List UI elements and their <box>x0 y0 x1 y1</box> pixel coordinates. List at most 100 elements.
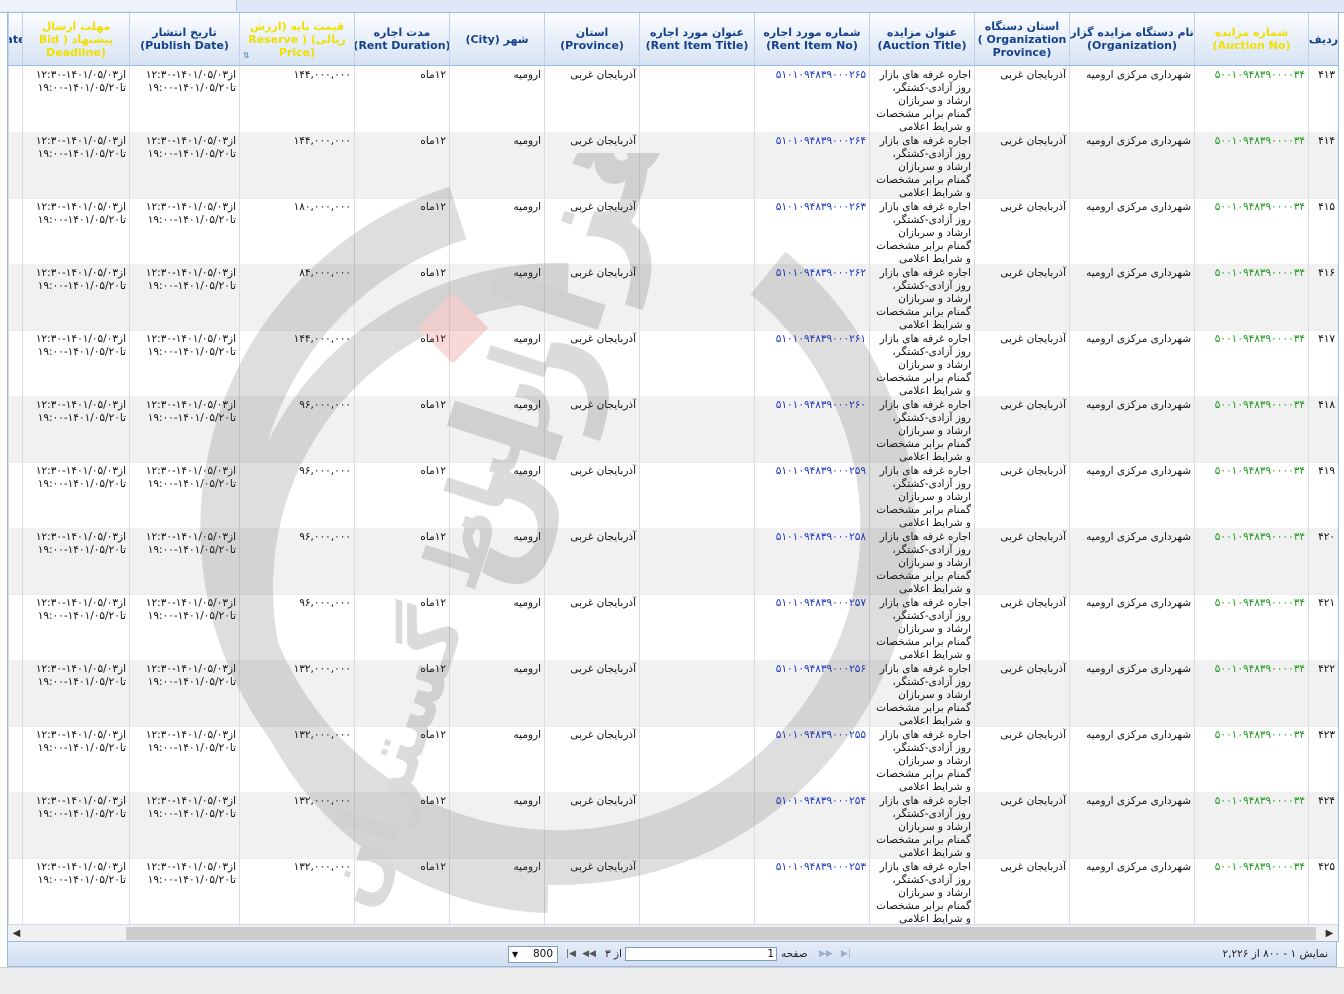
cell-rent-item-title <box>639 330 754 396</box>
first-page-icon[interactable]: ▶| <box>838 947 854 961</box>
date-line: از۱۴۰۱/۰۵/۰۳-۱۲:۳۰ <box>145 795 236 807</box>
cell-idx: ۴۱۷ <box>1308 330 1338 396</box>
date-line: از۱۴۰۱/۰۵/۰۳-۱۲:۳۰ <box>35 267 126 279</box>
rent-item-link[interactable]: ۵۱۰۱۰۹۴۸۳۹۰۰۰۲۵۷ <box>754 594 869 660</box>
table-row[interactable]: ۴۲۵ ۵۰۰۱۰۹۴۸۳۹۰۰۰۰۳۴ شهرداری مرکزی ارومیه آ… <box>8 858 1338 925</box>
column-header-extra[interactable]: ate <box>8 13 22 65</box>
table-row[interactable]: ۴۱۴ ۵۰۰۱۰۹۴۸۳۹۰۰۰۰۳۴ شهرداری مرکزی ارومیه آ… <box>8 132 1338 199</box>
column-header-reserve-price[interactable]: قیمت پایه (ارزش ریالی) ( Reserve (Price ⇅ <box>239 13 354 65</box>
date-line: تا۱۴۰۱/۰۵/۲۰-۱۹:۰۰ <box>37 543 126 556</box>
rent-item-link[interactable]: ۵۱۰۱۰۹۴۸۳۹۰۰۰۲۵۵ <box>754 726 869 792</box>
scrollbar-thumb[interactable] <box>126 927 1316 940</box>
cell-auction-title: اجاره غرفه های بازار روز آزادی-کشتگر، ار… <box>869 198 974 264</box>
table-row[interactable]: ۴۱۳ ۵۰۰۱۰۹۴۸۳۹۰۰۰۰۳۴ شهرداری مرکزی ارومیه آ… <box>8 66 1338 133</box>
column-header-auction-no[interactable]: شماره مزایده (Auction No) <box>1194 13 1308 65</box>
table-row[interactable]: ۴۲۲ ۵۰۰۱۰۹۴۸۳۹۰۰۰۰۳۴ شهرداری مرکزی ارومیه آ… <box>8 660 1338 727</box>
cell-auction-no: ۵۰۰۱۰۹۴۸۳۹۰۰۰۰۳۴ <box>1194 792 1308 858</box>
cell-reserve-price: ۱۳۲,۰۰۰,۰۰۰ <box>239 726 354 792</box>
date-line: از۱۴۰۱/۰۵/۰۳-۱۲:۳۰ <box>35 399 126 411</box>
cell-extra <box>8 858 22 924</box>
column-header-label: (Organization) <box>1087 39 1177 52</box>
table-row[interactable]: ۴۱۹ ۵۰۰۱۰۹۴۸۳۹۰۰۰۰۳۴ شهرداری مرکزی ارومیه آ… <box>8 462 1338 529</box>
cell-organization: شهرداری مرکزی ارومیه <box>1069 198 1194 264</box>
date-line: تا۱۴۰۱/۰۵/۲۰-۱۹:۰۰ <box>37 345 126 358</box>
table-row[interactable]: ۴۲۳ ۵۰۰۱۰۹۴۸۳۹۰۰۰۰۳۴ شهرداری مرکزی ارومیه آ… <box>8 726 1338 793</box>
cell-organization: شهرداری مرکزی ارومیه <box>1069 792 1194 858</box>
cell-idx: ۴۱۶ <box>1308 264 1338 330</box>
date-line: تا۱۴۰۱/۰۵/۲۰-۱۹:۰۰ <box>147 411 236 424</box>
scroll-left-arrow-icon[interactable]: ◀ <box>8 925 25 941</box>
date-line: از۱۴۰۱/۰۵/۰۳-۱۲:۳۰ <box>35 333 126 345</box>
pagination-bar: نمایش ۱ - ۸۰۰ از ۲,۲۲۶ ▶| ▶▶ صفحه 1 از ۳… <box>7 941 1337 967</box>
column-header-organization[interactable]: نام دستگاه مزایده گزار (Organization) <box>1069 13 1194 65</box>
date-line: تا۱۴۰۱/۰۵/۲۰-۱۹:۰۰ <box>147 81 236 94</box>
rent-item-link[interactable]: ۵۱۰۱۰۹۴۸۳۹۰۰۰۲۶۵ <box>754 66 869 132</box>
column-header-province[interactable]: استان (Province) <box>544 13 639 65</box>
column-header-idx[interactable]: ردیف <box>1308 13 1338 65</box>
column-header-deadline[interactable]: مهلت ارسال پیشنهاد ( Bid (Deadline <box>22 13 129 65</box>
rent-item-link[interactable]: ۵۱۰۱۰۹۴۸۳۹۰۰۰۲۶۰ <box>754 396 869 462</box>
cell-auction-no: ۵۰۰۱۰۹۴۸۳۹۰۰۰۰۳۴ <box>1194 330 1308 396</box>
rent-item-link[interactable]: ۵۱۰۱۰۹۴۸۳۹۰۰۰۲۶۲ <box>754 264 869 330</box>
cell-auction-title: اجاره غرفه های بازار روز آزادی-کشتگر، ار… <box>869 66 974 132</box>
column-header-label: (Deadline <box>46 45 106 59</box>
cell-organization: شهرداری مرکزی ارومیه <box>1069 396 1194 462</box>
table-row[interactable]: ۴۲۴ ۵۰۰۱۰۹۴۸۳۹۰۰۰۰۳۴ شهرداری مرکزی ارومیه آ… <box>8 792 1338 859</box>
rent-item-link[interactable]: ۵۱۰۱۰۹۴۸۳۹۰۰۰۲۶۳ <box>754 198 869 264</box>
table-row[interactable]: ۴۲۰ ۵۰۰۱۰۹۴۸۳۹۰۰۰۰۳۴ شهرداری مرکزی ارومیه آ… <box>8 528 1338 595</box>
horizontal-scrollbar[interactable]: ◀ ▶ <box>8 924 1338 941</box>
date-line: تا۱۴۰۱/۰۵/۲۰-۱۹:۰۰ <box>147 213 236 226</box>
cell-auction-title: اجاره غرفه های بازار روز آزادی-کشتگر، ار… <box>869 462 974 528</box>
cell-auction-title: اجاره غرفه های بازار روز آزادی-کشتگر، ار… <box>869 726 974 792</box>
scroll-right-arrow-icon[interactable]: ▶ <box>1321 925 1338 941</box>
date-line: تا۱۴۰۱/۰۵/۲۰-۱۹:۰۰ <box>147 675 236 688</box>
column-header-publish-date[interactable]: تاریخ انتشار (Publish Date) <box>129 13 239 65</box>
rent-item-link[interactable]: ۵۱۰۱۰۹۴۸۳۹۰۰۰۲۵۸ <box>754 528 869 594</box>
cell-rent-item-title <box>639 132 754 198</box>
cell-city: ارومیه <box>449 726 544 792</box>
column-header-rent-item-no[interactable]: شماره مورد اجاره (Rent Item No) <box>754 13 869 65</box>
cell-org-province: آذربایجان غربی <box>974 858 1069 924</box>
rent-item-link[interactable]: ۵۱۰۱۰۹۴۸۳۹۰۰۰۲۵۹ <box>754 462 869 528</box>
table-row[interactable]: ۴۲۱ ۵۰۰۱۰۹۴۸۳۹۰۰۰۰۳۴ شهرداری مرکزی ارومیه آ… <box>8 594 1338 661</box>
column-header-org-province[interactable]: استان دستگاه Organization ) (Province <box>974 13 1069 65</box>
prev-page-icon[interactable]: ▶▶ <box>818 947 834 961</box>
column-header-rent-item-title[interactable]: عنوان مورد اجاره (Rent Item Title) <box>639 13 754 65</box>
rent-item-link[interactable]: ۵۱۰۱۰۹۴۸۳۹۰۰۰۲۵۳ <box>754 858 869 924</box>
column-header-auction-title[interactable]: عنوان مزایده (Auction Title) <box>869 13 974 65</box>
cell-org-province: آذربایجان غربی <box>974 792 1069 858</box>
cell-city: ارومیه <box>449 396 544 462</box>
cell-idx: ۴۱۹ <box>1308 462 1338 528</box>
top-tab[interactable] <box>0 0 237 11</box>
table-row[interactable]: ۴۱۵ ۵۰۰۱۰۹۴۸۳۹۰۰۰۰۳۴ شهرداری مرکزی ارومیه آ… <box>8 198 1338 265</box>
table-row[interactable]: ۴۱۶ ۵۰۰۱۰۹۴۸۳۹۰۰۰۰۳۴ شهرداری مرکزی ارومیه آ… <box>8 264 1338 331</box>
cell-organization: شهرداری مرکزی ارومیه <box>1069 132 1194 198</box>
page-size-value: 800 <box>532 948 553 960</box>
rent-item-link[interactable]: ۵۱۰۱۰۹۴۸۳۹۰۰۰۲۶۴ <box>754 132 869 198</box>
last-page-icon[interactable]: |◀ <box>563 947 579 961</box>
column-header-rent-duration[interactable]: مدت اجاره(Rent Duration) <box>354 13 449 65</box>
date-line: از۱۴۰۱/۰۵/۰۳-۱۲:۳۰ <box>145 597 236 609</box>
cell-org-province: آذربایجان غربی <box>974 594 1069 660</box>
cell-reserve-price: ۱۳۲,۰۰۰,۰۰۰ <box>239 858 354 924</box>
cell-publish-date: از۱۴۰۱/۰۵/۰۳-۱۲:۳۰ تا۱۴۰۱/۰۵/۲۰-۱۹:۰۰ <box>129 660 239 726</box>
rent-item-link[interactable]: ۵۱۰۱۰۹۴۸۳۹۰۰۰۲۵۴ <box>754 792 869 858</box>
cell-city: ارومیه <box>449 462 544 528</box>
page-number-input[interactable]: 1 <box>625 947 777 961</box>
auction-grid: ردیف شماره مزایده (Auction No) نام دستگاه م… <box>7 12 1339 942</box>
column-header-city[interactable]: شهر (City) <box>449 13 544 65</box>
table-row[interactable]: ۴۱۸ ۵۰۰۱۰۹۴۸۳۹۰۰۰۰۳۴ شهرداری مرکزی ارومیه آ… <box>8 396 1338 463</box>
grid-header: ردیف شماره مزایده (Auction No) نام دستگاه م… <box>8 13 1338 66</box>
cell-publish-date: از۱۴۰۱/۰۵/۰۳-۱۲:۳۰ تا۱۴۰۱/۰۵/۲۰-۱۹:۰۰ <box>129 132 239 198</box>
table-row[interactable]: ۴۱۷ ۵۰۰۱۰۹۴۸۳۹۰۰۰۰۳۴ شهرداری مرکزی ارومیه آ… <box>8 330 1338 397</box>
rent-item-link[interactable]: ۵۱۰۱۰۹۴۸۳۹۰۰۰۲۶۱ <box>754 330 869 396</box>
sort-arrow-icon[interactable]: ⇅ <box>243 49 250 62</box>
rent-item-link[interactable]: ۵۱۰۱۰۹۴۸۳۹۰۰۰۲۵۶ <box>754 660 869 726</box>
cell-province: آذربایجان غربی <box>544 528 639 594</box>
column-header-label: (Province <box>992 45 1052 59</box>
cell-reserve-price: ۱۳۲,۰۰۰,۰۰۰ <box>239 792 354 858</box>
next-page-icon[interactable]: ◀◀ <box>581 947 597 961</box>
cell-auction-no: ۵۰۰۱۰۹۴۸۳۹۰۰۰۰۳۴ <box>1194 132 1308 198</box>
page-size-select[interactable]: ▼ 800 <box>508 946 558 963</box>
date-line: تا۱۴۰۱/۰۵/۲۰-۱۹:۰۰ <box>147 873 236 886</box>
